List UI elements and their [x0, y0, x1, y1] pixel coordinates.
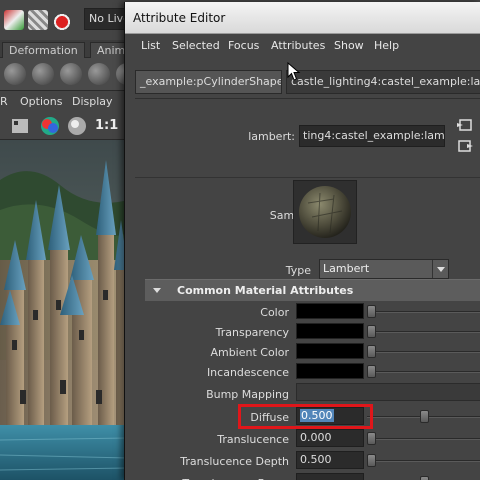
attribute-label: Bump Mapping: [206, 388, 289, 401]
window-title: Attribute Editor: [133, 11, 226, 25]
snapshot-icon[interactable]: [12, 119, 28, 133]
field-value: 0.500: [300, 409, 334, 422]
attribute-label: Translucence Depth: [180, 455, 289, 468]
attribute-label: Transparency: [215, 326, 289, 339]
slider-handle[interactable]: [367, 345, 376, 358]
type-label: Type: [285, 264, 311, 277]
attribute-row-translucence-focus: Translucence Focus: [145, 473, 480, 480]
color-swatch[interactable]: [296, 363, 364, 379]
slider-track[interactable]: [367, 371, 480, 373]
slider-track[interactable]: [367, 311, 480, 313]
menu-attributes[interactable]: Attributes: [271, 39, 325, 52]
attribute-row-color: Color: [145, 303, 480, 323]
attribute-row-incandescence: Incandescence: [145, 363, 480, 383]
color-swatch[interactable]: [296, 343, 364, 359]
slider-track[interactable]: [367, 460, 480, 462]
focus-node-icon[interactable]: [457, 118, 473, 132]
attribute-label: Ambient Color: [210, 346, 289, 359]
value-field[interactable]: 0.500: [296, 407, 364, 425]
bump-map-field[interactable]: [296, 383, 480, 401]
chevron-down-icon: [432, 260, 448, 278]
type-dropdown[interactable]: Lambert: [319, 259, 449, 279]
slider-track[interactable]: [367, 351, 480, 353]
node-tabs: _example:pCylinderShape3 castle_lighting…: [135, 70, 480, 96]
magnet-icon[interactable]: [52, 10, 72, 30]
attribute-editor-window: Attribute Editor List Selected Focus Att…: [124, 2, 480, 480]
sphere-icon[interactable]: [88, 63, 110, 85]
slider-handle[interactable]: [367, 325, 376, 338]
shelf-icons: [0, 58, 128, 90]
presets-icon[interactable]: [457, 139, 473, 153]
attribute-label: Color: [260, 306, 289, 319]
attribute-label: Incandescence: [206, 366, 289, 379]
live-surface-dropdown[interactable]: No Live: [84, 8, 128, 30]
menu-focus[interactable]: Focus: [228, 39, 259, 52]
slider-handle[interactable]: [367, 305, 376, 318]
menu-show[interactable]: Show: [334, 39, 364, 52]
attribute-row-bump-mapping: Bump Mapping: [145, 383, 480, 405]
tab-cylinder-shape[interactable]: _example:pCylinderShape3: [135, 70, 282, 94]
sphere-icon[interactable]: [4, 63, 26, 85]
chevron-down-icon: [153, 288, 161, 293]
render-view-toolbar: 1:1: [0, 112, 128, 140]
panel-menu-options[interactable]: Options: [20, 95, 62, 108]
shelf-tab-deformation[interactable]: Deformation: [2, 42, 85, 58]
slider-track[interactable]: [367, 331, 480, 333]
snap-grid-icon[interactable]: [28, 10, 48, 30]
slider-handle[interactable]: [420, 476, 429, 480]
material-sample-swatch: [293, 180, 357, 244]
panel-menu-renderer[interactable]: R: [0, 95, 8, 108]
rgb-channels-icon[interactable]: [41, 117, 59, 135]
attribute-label: Translucence: [217, 433, 289, 446]
attribute-panel: lambert: ting4:castel_example:lambert3 S…: [135, 98, 480, 480]
field-value: 0.500: [300, 453, 332, 466]
value-field[interactable]: 0.500: [296, 451, 364, 469]
section-title: Common Material Attributes: [177, 284, 354, 297]
separator: [135, 177, 480, 178]
slider-track[interactable]: [367, 438, 480, 440]
field-value: 0.000: [300, 431, 332, 444]
material-name-label: lambert:: [248, 130, 295, 143]
material-sphere-preview: [299, 186, 351, 238]
material-name-field[interactable]: ting4:castel_example:lambert3: [299, 125, 445, 147]
menu-list[interactable]: List: [141, 39, 160, 52]
real-size-button[interactable]: 1:1: [95, 118, 118, 133]
value-field[interactable]: 0.000: [296, 429, 364, 447]
sphere-icon[interactable]: [60, 63, 82, 85]
color-swatch[interactable]: [296, 303, 364, 319]
castle-render-image: [0, 140, 128, 480]
panel-menu-bar: R Options Display: [0, 90, 128, 112]
render-viewport[interactable]: [0, 140, 128, 480]
attribute-row-ambient-color: Ambient Color: [145, 343, 480, 363]
attribute-row-translucence: Translucence 0.000: [145, 429, 480, 450]
slider-handle[interactable]: [420, 410, 429, 423]
slider-handle[interactable]: [367, 432, 376, 445]
attribute-row-transparency: Transparency: [145, 323, 480, 343]
tab-shading-group[interactable]: castle_lighting4:castel_example:lambe: [286, 70, 480, 94]
panel-menu-display[interactable]: Display: [72, 95, 113, 108]
menu-bar: List Selected Focus Attributes Show Help: [125, 35, 480, 57]
slider-handle[interactable]: [367, 454, 376, 467]
value-field[interactable]: [296, 473, 364, 480]
type-value: Lambert: [323, 262, 370, 275]
snap-together-icon[interactable]: [4, 10, 24, 30]
sphere-icon[interactable]: [32, 63, 54, 85]
alpha-channel-icon[interactable]: [68, 117, 86, 135]
common-material-attributes-header[interactable]: Common Material Attributes: [145, 279, 480, 301]
attribute-label: Diffuse: [250, 411, 289, 424]
shelf-tabs: Deformation Animat: [0, 40, 144, 58]
attribute-row-diffuse: Diffuse 0.500: [145, 407, 480, 428]
mouse-cursor-icon: [287, 62, 301, 81]
title-bar[interactable]: Attribute Editor: [125, 2, 480, 34]
color-swatch[interactable]: [296, 323, 364, 339]
menu-selected[interactable]: Selected: [172, 39, 220, 52]
menu-help[interactable]: Help: [374, 39, 399, 52]
attribute-row-translucence-depth: Translucence Depth 0.500: [145, 451, 480, 472]
slider-handle[interactable]: [367, 365, 376, 378]
